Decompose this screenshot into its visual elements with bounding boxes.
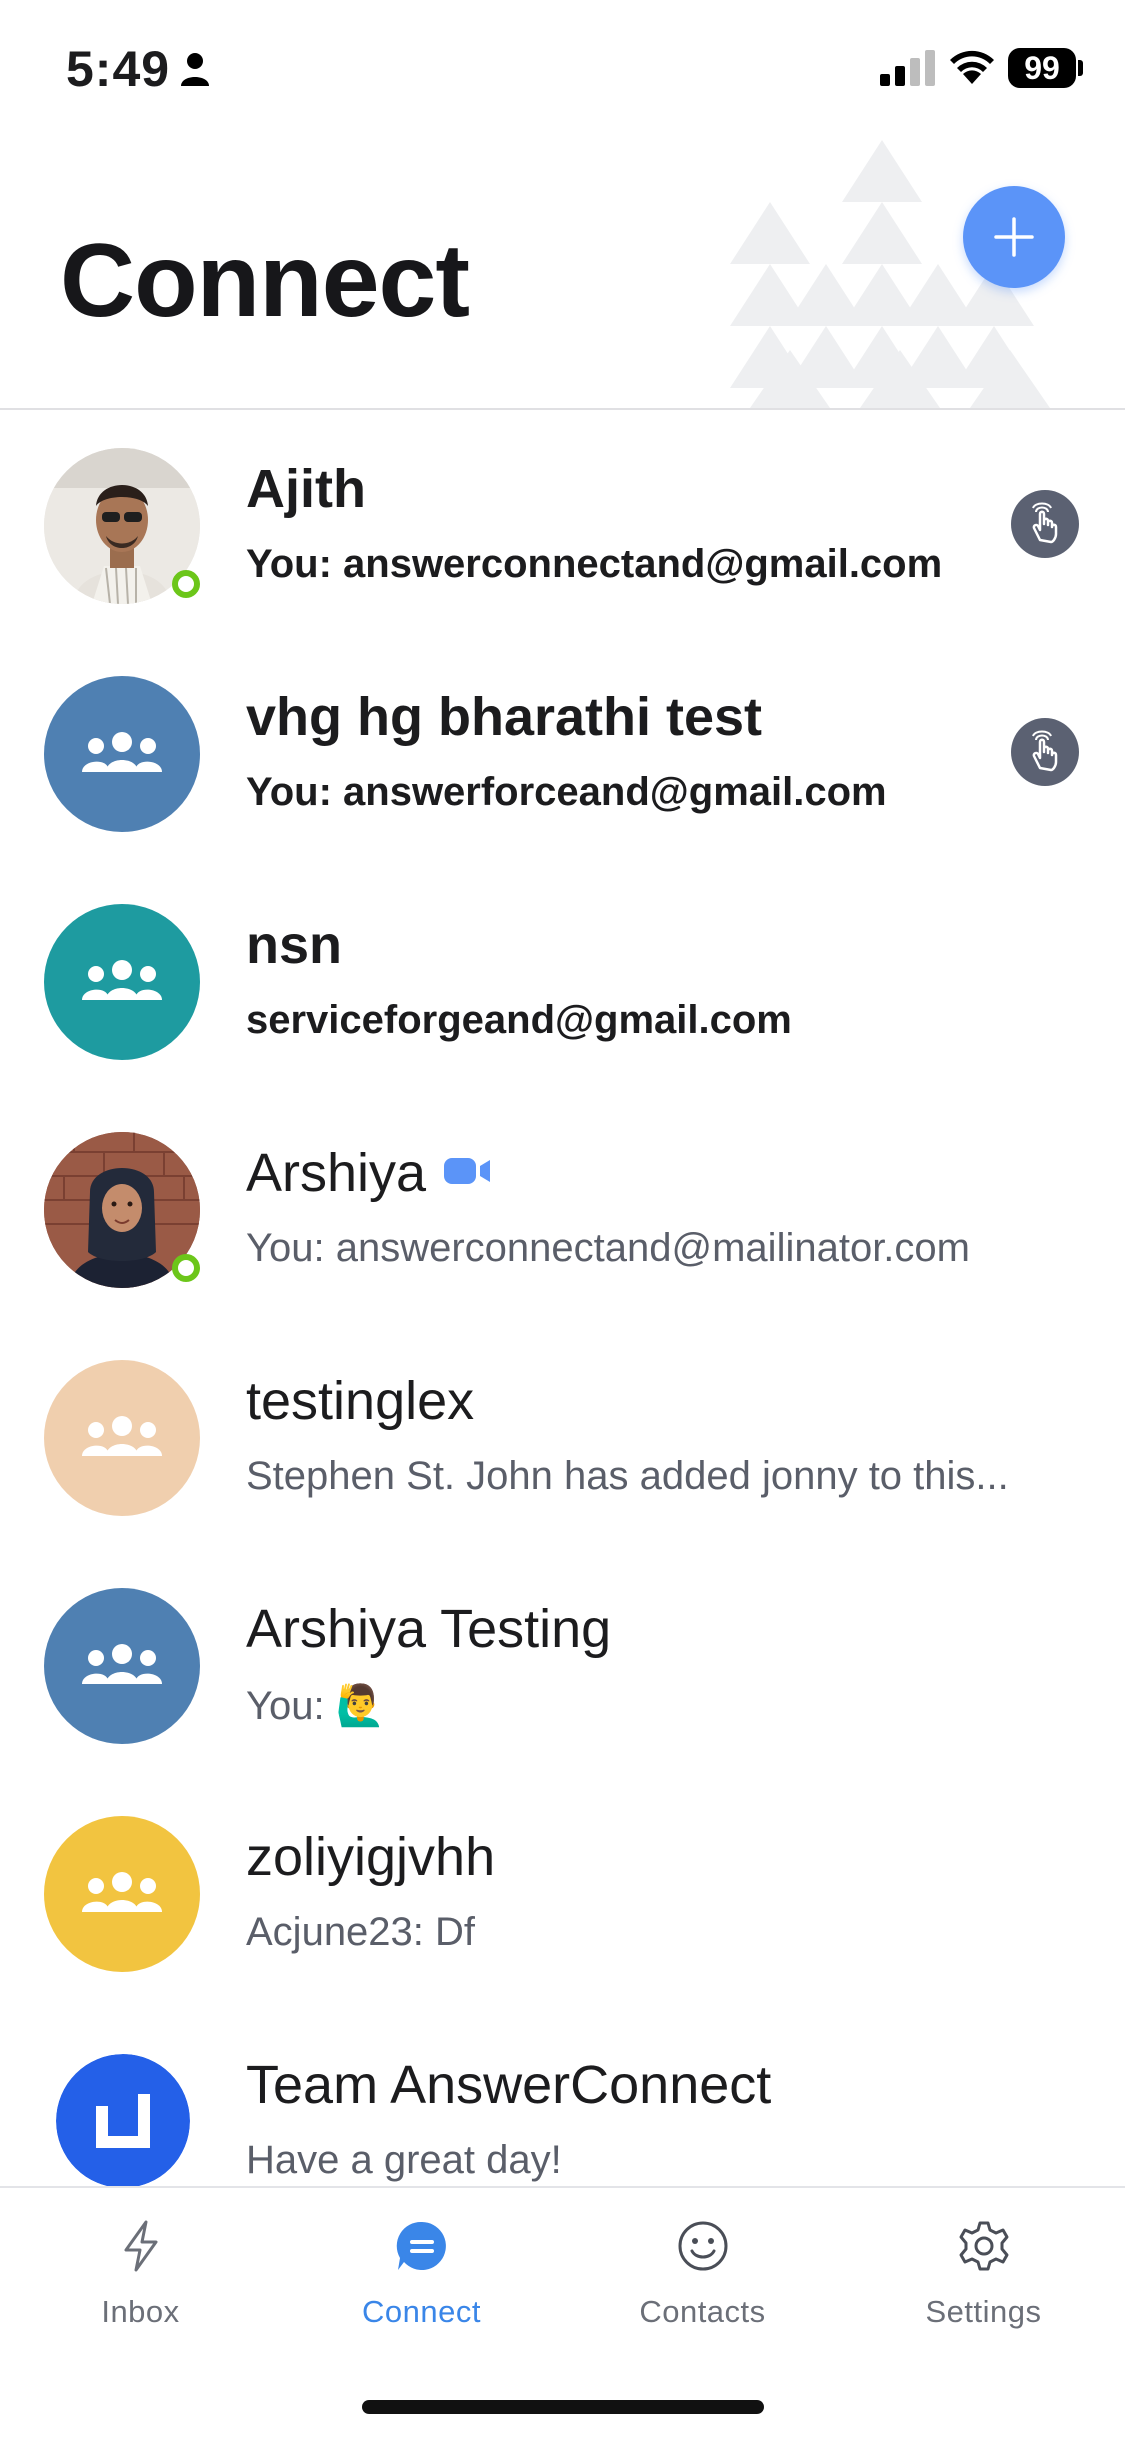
group-avatar <box>44 904 200 1060</box>
conversation-name: Team AnswerConnect <box>246 2055 772 2115</box>
chat-bubble-icon <box>396 2221 446 2270</box>
conversation-preview: Have a great day! <box>246 2138 562 2182</box>
conversation-name-text: Arshiya <box>246 1143 427 1203</box>
group-avatar <box>44 676 200 832</box>
conversation-preview: Acjune23: Df <box>246 1910 476 1954</box>
status-time: 5:49 <box>66 41 171 97</box>
group-avatar <box>44 1816 200 1972</box>
conversation-preview: You: answerconnectand@gmail.com <box>246 542 943 586</box>
tab-connect[interactable]: Connect <box>281 2188 562 2338</box>
group-avatar <box>44 1360 200 1516</box>
group-icon <box>82 732 162 772</box>
conversation-name: vhg hg bharathi test <box>246 687 763 747</box>
group-icon <box>82 960 162 1000</box>
conversation-row[interactable]: nsn serviceforgeand@gmail.com <box>0 866 1125 1094</box>
conversation-name: Arshiya <box>246 1142 494 1204</box>
conversation-row[interactable]: zoliyigjvhh Acjune23: Df <box>0 1778 1125 2006</box>
status-bar: 5:49 99 <box>0 0 1125 140</box>
bolt-icon <box>124 2220 157 2272</box>
wifi-icon <box>950 50 994 84</box>
tab-contacts[interactable]: Contacts <box>562 2188 843 2338</box>
signal-icon <box>880 50 935 86</box>
battery-indicator: 99 <box>1008 48 1076 88</box>
conversation-preview: serviceforgeand@gmail.com <box>246 998 792 1042</box>
conversation-name: zoliyigjvhh <box>246 1827 496 1887</box>
conversation-row[interactable]: Team AnswerConnect Have a great day! <box>0 2006 1125 2186</box>
battery-tip <box>1078 60 1083 76</box>
tab-inbox[interactable]: Inbox <box>0 2188 281 2338</box>
gear-icon <box>959 2221 1008 2271</box>
home-indicator <box>362 2400 764 2414</box>
nudge-icon[interactable] <box>1011 490 1079 558</box>
new-conversation-button[interactable] <box>963 186 1065 288</box>
group-icon <box>82 1872 162 1912</box>
conversation-name: nsn <box>246 915 343 975</box>
online-status-dot <box>172 570 200 598</box>
conversation-row[interactable]: Ajith You: answerconnectand@gmail.com <box>0 410 1125 638</box>
conversation-name: Ajith <box>246 459 366 519</box>
brand-avatar <box>56 2054 190 2186</box>
conversation-row[interactable]: Arshiya Testing You: 🙋‍♂️ <box>0 1550 1125 1778</box>
plus-icon <box>994 217 1034 257</box>
page-title: Connect <box>60 223 470 339</box>
person-icon <box>181 53 209 86</box>
group-icon <box>82 1416 162 1456</box>
tab-settings[interactable]: Settings <box>843 2188 1124 2338</box>
smiley-icon <box>678 2221 727 2271</box>
group-avatar <box>44 1588 200 1744</box>
conversation-row[interactable]: Arshiya You: answerconnectand@mailinator… <box>0 1094 1125 1322</box>
tab-label: Contacts <box>639 2294 766 2329</box>
answerconnect-logo-icon <box>56 2054 190 2186</box>
conversation-row[interactable]: testinglex Stephen St. John has added jo… <box>0 1322 1125 1550</box>
group-icon <box>82 1644 162 1684</box>
conversation-preview: Stephen St. John has added jonny to this… <box>246 1454 1009 1498</box>
tab-label: Settings <box>925 2294 1042 2329</box>
conversation-preview: You: answerconnectand@mailinator.com <box>246 1226 970 1270</box>
conversation-preview: You: answerforceand@gmail.com <box>246 770 887 814</box>
conversation-preview: You: 🙋‍♂️ <box>246 1684 386 1728</box>
online-status-dot <box>172 1254 200 1282</box>
tab-label: Inbox <box>101 2294 180 2329</box>
conversation-name: Arshiya Testing <box>246 1599 612 1659</box>
nudge-icon[interactable] <box>1011 718 1079 786</box>
tab-label: Connect <box>362 2294 481 2329</box>
conversation-row[interactable]: vhg hg bharathi test You: answerforceand… <box>0 638 1125 866</box>
page-header: Connect <box>0 140 1125 410</box>
conversation-name: testinglex <box>246 1371 475 1431</box>
video-call-icon <box>444 1157 491 1184</box>
conversation-list[interactable]: Ajith You: answerconnectand@gmail.com vh… <box>0 410 1125 2186</box>
